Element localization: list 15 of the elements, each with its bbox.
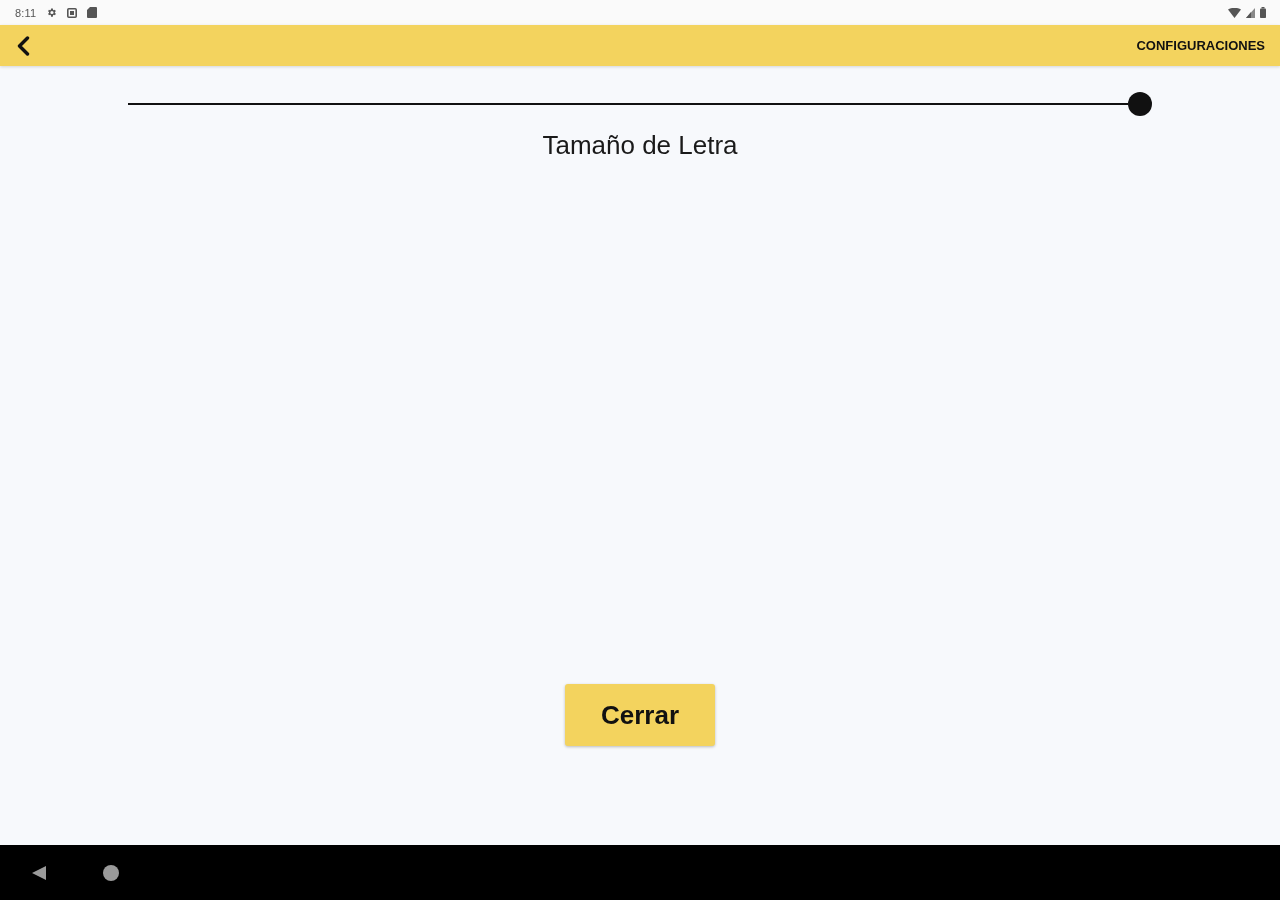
font-size-slider[interactable] (128, 92, 1152, 116)
status-time: 8:11 (15, 6, 37, 19)
home-circle-icon[interactable] (103, 864, 119, 881)
slider-thumb[interactable] (1128, 92, 1152, 116)
signal-icon (1246, 7, 1255, 18)
back-triangle-icon[interactable] (31, 864, 47, 881)
battery-icon (1260, 7, 1266, 18)
gear-icon (46, 7, 58, 18)
square-icon (67, 7, 78, 18)
app-bar-title: CONFIGURACIONES (1136, 38, 1265, 53)
wifi-icon (1228, 7, 1241, 18)
sd-card-icon (87, 7, 98, 18)
slider-label: Tamaño de Letra (542, 130, 738, 161)
chevron-left-icon (16, 35, 30, 56)
close-button[interactable]: Cerrar (565, 684, 715, 746)
